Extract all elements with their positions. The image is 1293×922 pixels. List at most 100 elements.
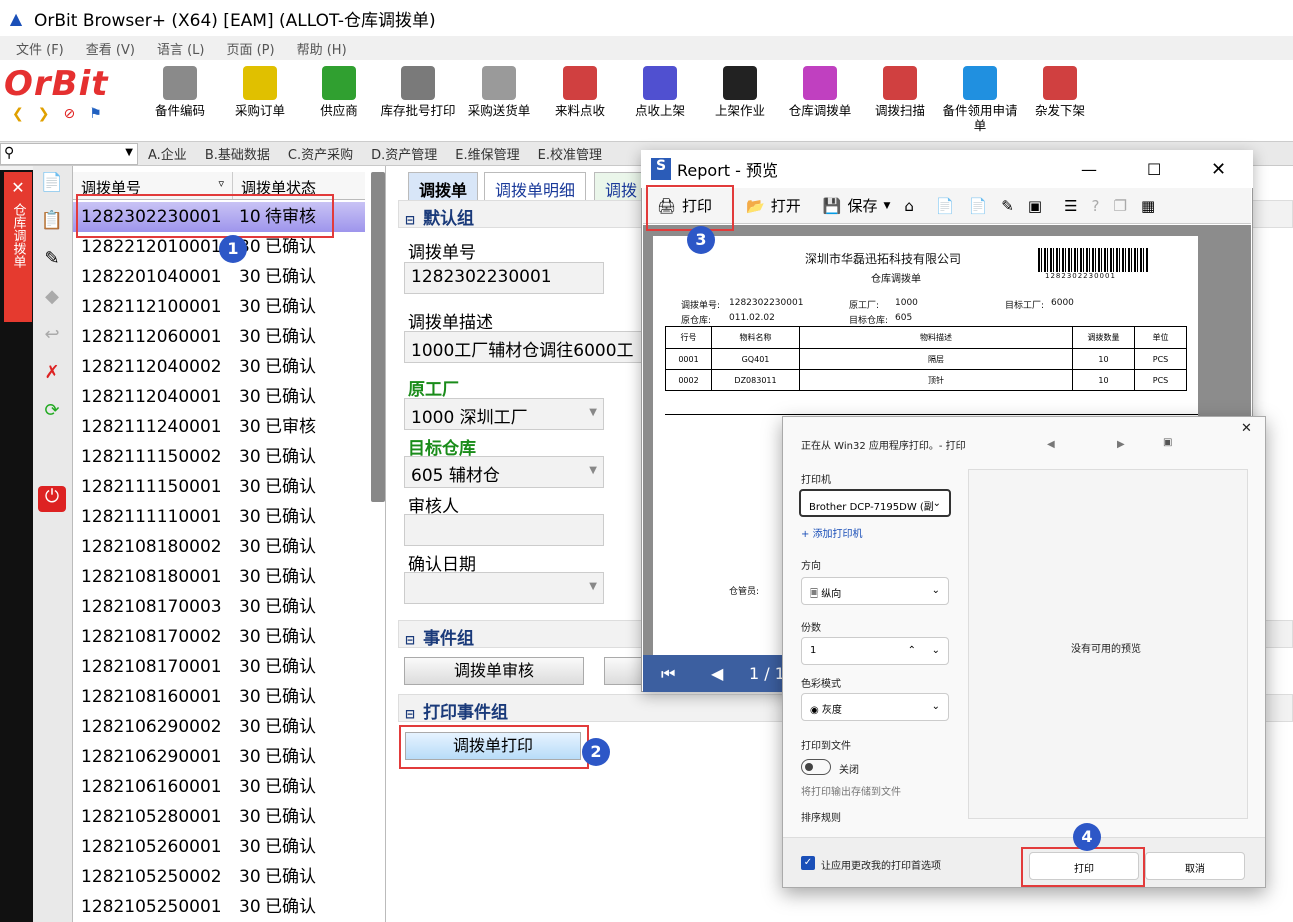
add-printer-button[interactable]: + 添加打印机 [801, 525, 863, 540]
list-item[interactable]: 1282108170003 30 已确认 [73, 592, 365, 622]
transfer-no-field[interactable]: 1282302230001 [404, 262, 604, 294]
minimize-icon[interactable]: — [1081, 160, 1097, 179]
list-item[interactable]: 1282105280001 30 已确认 [73, 802, 365, 832]
cancel-button[interactable]: 取消 [1145, 852, 1245, 880]
tab-transfer-detail[interactable]: 调拨单明细 [484, 172, 587, 200]
list-item[interactable]: 1282112040001 30 已确认 [73, 382, 365, 412]
copy-icon[interactable]: 📋 [38, 210, 66, 236]
list-item[interactable]: 1282105250002 30 已确认 [73, 862, 365, 892]
page-edit-icon[interactable]: 📄 [969, 197, 988, 215]
power-icon[interactable]: ⏻ [38, 486, 66, 512]
close-icon[interactable]: ✕ [1211, 159, 1226, 180]
list-item[interactable]: 1282112040002 30 已确认 [73, 352, 365, 382]
menu-help[interactable]: 帮助 (H) [297, 39, 347, 58]
first-page-icon[interactable]: ⏮ [661, 664, 675, 684]
list-item[interactable]: 1282111110001 30 已确认 [73, 502, 365, 532]
event-button-2[interactable] [604, 657, 644, 685]
menu-view[interactable]: 查看 (V) [86, 39, 135, 58]
nav-asset-purchase[interactable]: C.资产采购 [288, 144, 353, 163]
preview-prev-icon[interactable]: ◀ [1047, 439, 1055, 450]
increment-icon[interactable]: ⌃ [908, 645, 916, 656]
list-item[interactable]: 1282105260001 30 已确认 [73, 832, 365, 862]
home-icon[interactable]: ⚑ [89, 106, 102, 122]
page-setup-icon[interactable]: ▣ [1028, 197, 1042, 215]
toolbar-button-3[interactable]: 库存批号打印 [378, 64, 458, 140]
nav-enterprise[interactable]: A.企业 [148, 144, 187, 163]
toolbar-button-11[interactable]: 杂发下架 [1020, 64, 1100, 140]
allow-change-checkbox[interactable]: ✓ [801, 856, 815, 870]
toolbar-button-8[interactable]: 仓库调拨单 [780, 64, 860, 140]
erase-icon[interactable]: ◆ [38, 286, 66, 312]
report-open-button[interactable]: 📂 打开 [746, 195, 801, 216]
confirm-date-select[interactable]: ▼ [404, 572, 604, 604]
toolbar-button-5[interactable]: 来料点收 [540, 64, 620, 140]
edit-icon[interactable]: ✎ [1001, 197, 1014, 215]
orientation-select[interactable]: 🗏 纵向 ⌄ [801, 577, 949, 605]
tab-transfer-more[interactable]: 调拨 [594, 172, 649, 200]
collapse-icon[interactable]: ⊟ [405, 213, 415, 227]
filter-icon[interactable]: ▿ [218, 177, 224, 190]
collapse-icon[interactable]: ⊟ [405, 633, 415, 647]
side-tab-transfer[interactable]: ✕ 仓库调拨单 [4, 172, 32, 322]
auditor-field[interactable] [404, 514, 604, 546]
back-icon[interactable]: ❮ [12, 106, 24, 122]
refresh-icon[interactable]: ⟳ [38, 400, 66, 426]
delete-icon[interactable]: ✗ [38, 362, 66, 388]
list-item[interactable]: 1282108180002 30 已确认 [73, 532, 365, 562]
toolbar-button-7[interactable]: 上架作业 [700, 64, 780, 140]
toolbar-button-1[interactable]: 采购订单 [220, 64, 300, 140]
menu-language[interactable]: 语言 (L) [157, 39, 205, 58]
list-item[interactable]: 1282111240001 30 已审核 [73, 412, 365, 442]
list-icon[interactable]: ☰ [1064, 197, 1077, 215]
print-to-file-toggle[interactable] [801, 759, 831, 775]
toolbar-button-0[interactable]: 备件编码 [140, 64, 220, 140]
toolbar-button-10[interactable]: 备件领用申请单 [940, 64, 1020, 140]
toolbar-button-6[interactable]: 点收上架 [620, 64, 700, 140]
edit-icon[interactable]: ✎ [38, 248, 66, 274]
list-item[interactable]: 1282106290002 30 已确认 [73, 712, 365, 742]
close-icon[interactable]: ✕ [1241, 421, 1252, 436]
list-item[interactable]: 1282108170001 30 已确认 [73, 652, 365, 682]
list-item[interactable]: 1282111150001 30 已确认 [73, 472, 365, 502]
transfer-desc-field[interactable]: 1000工厂辅材仓调往6000工 [404, 331, 642, 363]
toolbar-button-4[interactable]: 采购送货单 [459, 64, 539, 140]
color-mode-select[interactable]: ◉ 灰度 ⌄ [801, 693, 949, 721]
copy-icon[interactable]: ❐ [1113, 197, 1126, 215]
list-item[interactable]: 1282108170002 30 已确认 [73, 622, 365, 652]
nav-basic-data[interactable]: B.基础数据 [205, 144, 270, 163]
target-wh-select[interactable]: 605 辅材仓 ▼ [404, 456, 604, 488]
forward-icon[interactable]: ❯ [38, 106, 50, 122]
tab-transfer[interactable]: 调拨单 [408, 172, 479, 200]
page-icon[interactable]: 📄 [936, 197, 955, 215]
list-item[interactable]: 1282112100001 30 已确认 [73, 292, 365, 322]
collapse-icon[interactable]: ⊟ [405, 707, 415, 721]
decrement-icon[interactable]: ⌄ [932, 645, 940, 656]
toolbar-button-2[interactable]: 供应商 [299, 64, 379, 140]
prev-page-icon[interactable]: ◀ [711, 664, 723, 683]
list-item[interactable]: 1282106290001 30 已确认 [73, 742, 365, 772]
preview-next-icon[interactable]: ▶ [1117, 439, 1125, 450]
list-item[interactable]: 1282112060001 30 已确认 [73, 322, 365, 352]
list-item[interactable]: 1282201040001 30 已确认 [73, 262, 365, 292]
nav-maintenance[interactable]: E.维保管理 [455, 144, 519, 163]
close-icon[interactable]: ✕ [11, 178, 24, 197]
fit-page-icon[interactable]: ▣ [1163, 437, 1172, 448]
help-icon[interactable]: ? [1092, 197, 1100, 215]
audit-button[interactable]: 调拨单审核 [404, 657, 584, 685]
new-doc-icon[interactable]: 📄 [38, 172, 66, 198]
undo-icon[interactable]: ↩ [38, 324, 66, 350]
list-item[interactable]: 1282108180001 30 已确认 [73, 562, 365, 592]
src-factory-select[interactable]: 1000 深圳工厂 ▼ [404, 398, 604, 430]
menu-page[interactable]: 页面 (P) [226, 39, 274, 58]
search-input[interactable]: ⚲ ▼ [0, 143, 138, 165]
report-save-button[interactable]: 💾 保存 ▼ [823, 195, 891, 216]
printer-select[interactable]: Brother DCP-7195DW (副 ⌄ [799, 489, 951, 517]
list-item[interactable]: 1282108160001 30 已确认 [73, 682, 365, 712]
stop-icon[interactable]: ⊘ [63, 106, 75, 122]
menu-file[interactable]: 文件 (F) [16, 39, 64, 58]
list-scrollbar[interactable] [371, 172, 385, 502]
list-item[interactable]: 1282111150002 30 已确认 [73, 442, 365, 472]
nav-asset-mgmt[interactable]: D.资产管理 [371, 144, 437, 163]
copies-stepper[interactable]: 1 ⌃ ⌄ [801, 637, 949, 665]
chevron-down-icon[interactable]: ▼ [125, 147, 133, 158]
